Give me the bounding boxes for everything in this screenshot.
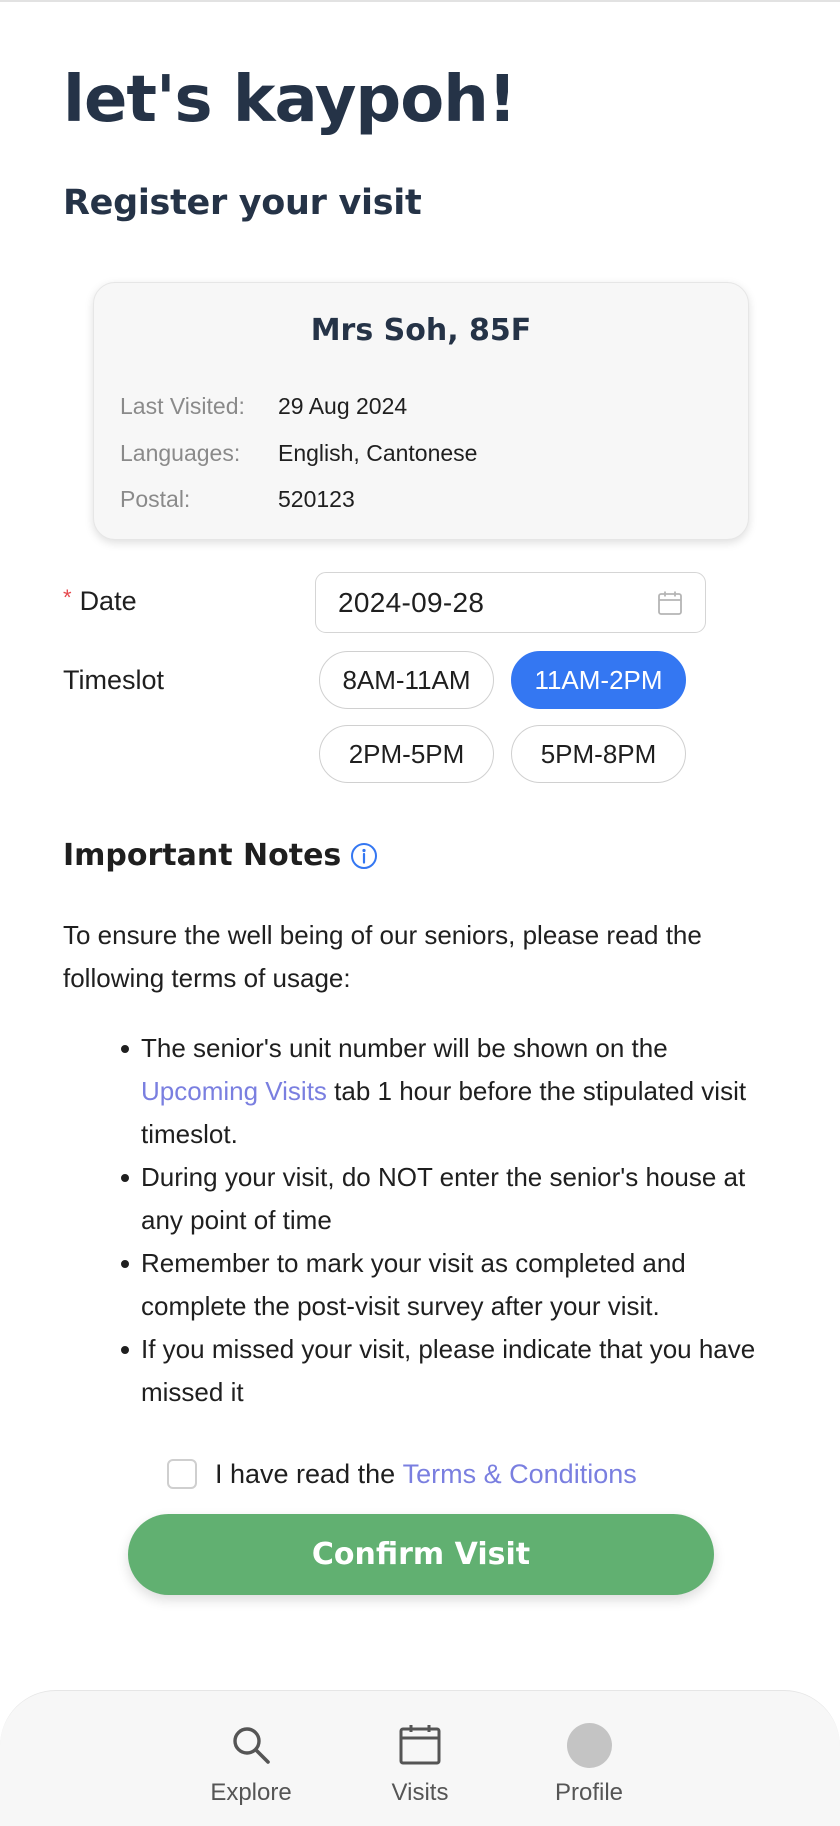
list-item: During your visit, do NOT enter the seni… bbox=[121, 1156, 761, 1242]
timeslot-label: Timeslot bbox=[63, 665, 165, 695]
list-item: The senior's unit number will be shown o… bbox=[121, 1027, 761, 1156]
languages-row: Languages: English, Cantonese bbox=[120, 438, 477, 468]
upcoming-visits-link[interactable]: Upcoming Visits bbox=[141, 1076, 327, 1106]
avatar bbox=[566, 1722, 612, 1768]
nav-explore[interactable]: Explore bbox=[181, 1721, 321, 1807]
terms-agreement: I have read the Terms & Conditions bbox=[167, 1456, 637, 1492]
nav-visits[interactable]: Visits bbox=[350, 1721, 490, 1807]
confirm-visit-button[interactable]: Confirm Visit bbox=[128, 1514, 714, 1595]
calendar-icon bbox=[399, 1725, 441, 1765]
notes-list: The senior's unit number will be shown o… bbox=[121, 1027, 761, 1414]
nav-profile-label: Profile bbox=[554, 1779, 624, 1806]
last-visited-value: 29 Aug 2024 bbox=[278, 392, 408, 419]
calendar-icon bbox=[658, 591, 682, 615]
page-subtitle: Register your visit bbox=[63, 183, 422, 223]
date-value: 2024-09-28 bbox=[338, 586, 485, 618]
nav-explore-label: Explore bbox=[210, 1779, 292, 1806]
terms-link[interactable]: Terms & Conditions bbox=[403, 1459, 637, 1490]
info-icon[interactable] bbox=[349, 841, 379, 871]
terms-checkbox[interactable] bbox=[167, 1459, 197, 1489]
notes-intro: To ensure the well being of our seniors,… bbox=[63, 920, 702, 993]
terms-text: I have read the bbox=[215, 1458, 403, 1489]
postal-label: Postal: bbox=[120, 485, 191, 512]
bottom-nav: Explore Visits Profile bbox=[0, 1690, 840, 1826]
timeslot-5pm-8pm[interactable]: 5PM-8PM bbox=[511, 725, 686, 783]
date-input[interactable]: 2024-09-28 bbox=[315, 572, 706, 633]
languages-label: Languages: bbox=[120, 439, 241, 466]
note-text: The senior's unit number will be shown o… bbox=[141, 1033, 668, 1063]
last-visited-label: Last Visited: bbox=[120, 392, 245, 419]
important-notes-title: Important Notes bbox=[63, 838, 342, 873]
list-item: If you missed your visit, please indicat… bbox=[121, 1328, 761, 1414]
date-field-label: * Date bbox=[63, 585, 137, 617]
postal-row: Postal: 520123 bbox=[120, 484, 355, 514]
top-divider bbox=[0, 0, 840, 2]
senior-name: Mrs Soh, 85F bbox=[310, 313, 532, 348]
timeslot-11am-2pm[interactable]: 11AM-2PM bbox=[511, 651, 686, 709]
list-item: Remember to mark your visit as completed… bbox=[121, 1242, 761, 1328]
important-notes-heading: Important Notes bbox=[63, 838, 379, 873]
senior-info-card: Mrs Soh, 85F Last Visited: 29 Aug 2024 L… bbox=[93, 282, 749, 540]
search-icon bbox=[233, 1727, 270, 1764]
languages-value: English, Cantonese bbox=[278, 439, 478, 466]
required-asterisk: * bbox=[63, 585, 72, 610]
timeslot-8am-11am[interactable]: 8AM-11AM bbox=[319, 651, 494, 709]
timeslot-2pm-5pm[interactable]: 2PM-5PM bbox=[319, 725, 494, 783]
date-label-text: Date bbox=[79, 586, 137, 616]
last-visited-row: Last Visited: 29 Aug 2024 bbox=[120, 391, 407, 421]
app-title: let's kaypoh! bbox=[63, 63, 517, 137]
nav-visits-label: Visits bbox=[391, 1779, 449, 1806]
postal-value: 520123 bbox=[278, 485, 355, 512]
nav-profile[interactable]: Profile bbox=[519, 1721, 659, 1807]
